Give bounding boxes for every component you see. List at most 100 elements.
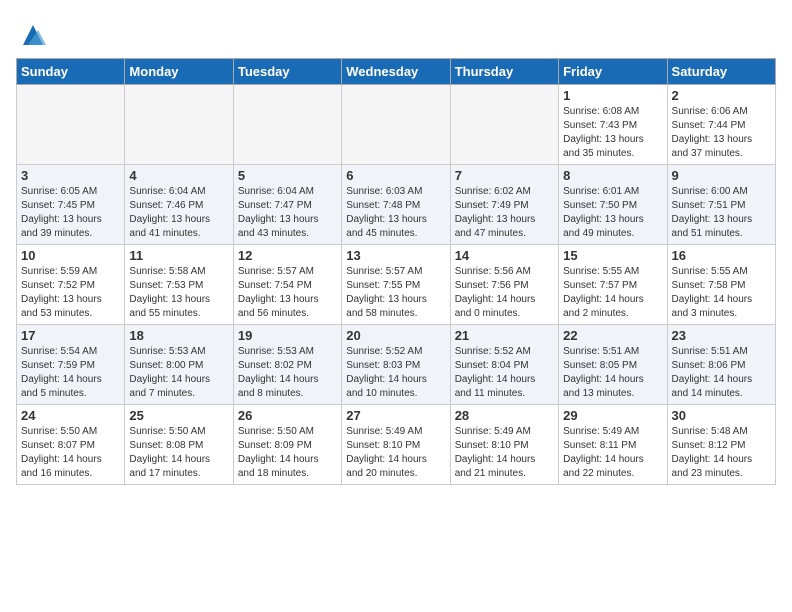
- calendar-cell: 7 Sunrise: 6:02 AM Sunset: 7:49 PM Daylig…: [450, 165, 558, 245]
- day-number: 27: [346, 408, 445, 423]
- day-number: 30: [672, 408, 771, 423]
- calendar-cell: 14Sunrise: 5:56 AM Sunset: 7:56 PM Dayli…: [450, 245, 558, 325]
- calendar-cell: 12 Sunrise: 5:57 AM Sunset: 7:54 PM Dayli…: [233, 245, 341, 325]
- calendar-cell: 5 Sunrise: 6:04 AM Sunset: 7:47 PM Daylig…: [233, 165, 341, 245]
- day-info: Sunrise: 5:56 AM Sunset: 7:56 PM Dayligh…: [455, 265, 554, 321]
- calendar-cell: 21 Sunrise: 5:52 AM Sunset: 8:04 PM Dayli…: [450, 325, 558, 405]
- calendar-cell: 15 Sunrise: 5:55 AM Sunset: 7:57 PM Dayli…: [559, 245, 667, 325]
- day-info: Sunrise: 6:04 AM Sunset: 7:47 PM Dayligh…: [238, 185, 337, 241]
- day-number: 21: [455, 328, 554, 343]
- calendar-cell: [233, 85, 341, 165]
- day-info: Sunrise: 5:48 AM Sunset: 8:12 PM Dayligh…: [672, 425, 771, 481]
- day-info: Sunrise: 5:50 AM Sunset: 8:07 PM Dayligh…: [21, 425, 120, 481]
- day-number: 22: [563, 328, 662, 343]
- day-number: 20: [346, 328, 445, 343]
- calendar-cell: 3Sunrise: 6:05 AM Sunset: 7:45 PM Daylig…: [17, 165, 125, 245]
- day-number: 8: [563, 168, 662, 183]
- day-info: Sunrise: 5:55 AM Sunset: 7:58 PM Dayligh…: [672, 265, 771, 321]
- day-number: 13: [346, 248, 445, 263]
- calendar-cell: 4 Sunrise: 6:04 AM Sunset: 7:46 PM Daylig…: [125, 165, 233, 245]
- day-info: Sunrise: 5:51 AM Sunset: 8:05 PM Dayligh…: [563, 345, 662, 401]
- calendar-cell: 16 Sunrise: 5:55 AM Sunset: 7:58 PM Dayli…: [667, 245, 775, 325]
- day-number: 11: [129, 248, 228, 263]
- day-number: 28: [455, 408, 554, 423]
- calendar-cell: 30 Sunrise: 5:48 AM Sunset: 8:12 PM Dayli…: [667, 405, 775, 485]
- calendar-cell: 22 Sunrise: 5:51 AM Sunset: 8:05 PM Dayli…: [559, 325, 667, 405]
- weekday-header-thursday: Thursday: [450, 59, 558, 85]
- day-number: 26: [238, 408, 337, 423]
- day-number: 2: [672, 88, 771, 103]
- day-info: Sunrise: 6:04 AM Sunset: 7:46 PM Dayligh…: [129, 185, 228, 241]
- day-number: 1: [563, 88, 662, 103]
- day-info: Sunrise: 5:50 AM Sunset: 8:08 PM Dayligh…: [129, 425, 228, 481]
- day-info: Sunrise: 6:01 AM Sunset: 7:50 PM Dayligh…: [563, 185, 662, 241]
- calendar-week-5: 24 Sunrise: 5:50 AM Sunset: 8:07 PM Dayli…: [17, 405, 776, 485]
- day-number: 9: [672, 168, 771, 183]
- day-info: Sunrise: 6:03 AM Sunset: 7:48 PM Dayligh…: [346, 185, 445, 241]
- day-info: Sunrise: 5:59 AM Sunset: 7:52 PM Dayligh…: [21, 265, 120, 321]
- day-number: 16: [672, 248, 771, 263]
- weekday-header-sunday: Sunday: [17, 59, 125, 85]
- day-info: Sunrise: 6:00 AM Sunset: 7:51 PM Dayligh…: [672, 185, 771, 241]
- calendar-cell: 29 Sunrise: 5:49 AM Sunset: 8:11 PM Dayli…: [559, 405, 667, 485]
- calendar-table: SundayMondayTuesdayWednesdayThursdayFrid…: [16, 58, 776, 485]
- day-info: Sunrise: 5:54 AM Sunset: 7:59 PM Dayligh…: [21, 345, 120, 401]
- calendar-cell: [342, 85, 450, 165]
- calendar-header-row: SundayMondayTuesdayWednesdayThursdayFrid…: [17, 59, 776, 85]
- calendar-cell: 17 Sunrise: 5:54 AM Sunset: 7:59 PM Dayli…: [17, 325, 125, 405]
- day-info: Sunrise: 5:53 AM Sunset: 8:02 PM Dayligh…: [238, 345, 337, 401]
- day-info: Sunrise: 5:52 AM Sunset: 8:04 PM Dayligh…: [455, 345, 554, 401]
- day-info: Sunrise: 6:05 AM Sunset: 7:45 PM Dayligh…: [21, 185, 120, 241]
- day-info: Sunrise: 5:49 AM Sunset: 8:11 PM Dayligh…: [563, 425, 662, 481]
- calendar-week-2: 3Sunrise: 6:05 AM Sunset: 7:45 PM Daylig…: [17, 165, 776, 245]
- calendar-cell: [17, 85, 125, 165]
- calendar-cell: 1Sunrise: 6:08 AM Sunset: 7:43 PM Daylig…: [559, 85, 667, 165]
- calendar-cell: 6Sunrise: 6:03 AM Sunset: 7:48 PM Daylig…: [342, 165, 450, 245]
- logo-icon: [18, 20, 48, 50]
- calendar-cell: 26Sunrise: 5:50 AM Sunset: 8:09 PM Dayli…: [233, 405, 341, 485]
- day-info: Sunrise: 5:58 AM Sunset: 7:53 PM Dayligh…: [129, 265, 228, 321]
- day-info: Sunrise: 5:52 AM Sunset: 8:03 PM Dayligh…: [346, 345, 445, 401]
- calendar-cell: 20 Sunrise: 5:52 AM Sunset: 8:03 PM Dayli…: [342, 325, 450, 405]
- calendar-cell: 25Sunrise: 5:50 AM Sunset: 8:08 PM Dayli…: [125, 405, 233, 485]
- calendar-cell: 23Sunrise: 5:51 AM Sunset: 8:06 PM Dayli…: [667, 325, 775, 405]
- day-info: Sunrise: 5:57 AM Sunset: 7:54 PM Dayligh…: [238, 265, 337, 321]
- day-info: Sunrise: 5:55 AM Sunset: 7:57 PM Dayligh…: [563, 265, 662, 321]
- calendar-cell: 28 Sunrise: 5:49 AM Sunset: 8:10 PM Dayli…: [450, 405, 558, 485]
- day-number: 15: [563, 248, 662, 263]
- day-number: 12: [238, 248, 337, 263]
- weekday-header-friday: Friday: [559, 59, 667, 85]
- day-info: Sunrise: 5:53 AM Sunset: 8:00 PM Dayligh…: [129, 345, 228, 401]
- calendar-cell: 19 Sunrise: 5:53 AM Sunset: 8:02 PM Dayli…: [233, 325, 341, 405]
- day-info: Sunrise: 6:02 AM Sunset: 7:49 PM Dayligh…: [455, 185, 554, 241]
- day-number: 23: [672, 328, 771, 343]
- calendar-cell: 2 Sunrise: 6:06 AM Sunset: 7:44 PM Daylig…: [667, 85, 775, 165]
- day-number: 17: [21, 328, 120, 343]
- day-number: 7: [455, 168, 554, 183]
- calendar-cell: [125, 85, 233, 165]
- calendar-week-4: 17 Sunrise: 5:54 AM Sunset: 7:59 PM Dayli…: [17, 325, 776, 405]
- day-info: Sunrise: 5:49 AM Sunset: 8:10 PM Dayligh…: [346, 425, 445, 481]
- day-number: 5: [238, 168, 337, 183]
- day-number: 18: [129, 328, 228, 343]
- calendar-cell: 9 Sunrise: 6:00 AM Sunset: 7:51 PM Daylig…: [667, 165, 775, 245]
- day-info: Sunrise: 5:57 AM Sunset: 7:55 PM Dayligh…: [346, 265, 445, 321]
- calendar-cell: 27 Sunrise: 5:49 AM Sunset: 8:10 PM Dayli…: [342, 405, 450, 485]
- calendar-week-3: 10Sunrise: 5:59 AM Sunset: 7:52 PM Dayli…: [17, 245, 776, 325]
- page-header: [16, 16, 776, 50]
- day-number: 24: [21, 408, 120, 423]
- logo: [16, 20, 48, 50]
- weekday-header-tuesday: Tuesday: [233, 59, 341, 85]
- calendar-cell: [450, 85, 558, 165]
- calendar-cell: 8 Sunrise: 6:01 AM Sunset: 7:50 PM Daylig…: [559, 165, 667, 245]
- calendar-cell: 11 Sunrise: 5:58 AM Sunset: 7:53 PM Dayli…: [125, 245, 233, 325]
- calendar-cell: 13 Sunrise: 5:57 AM Sunset: 7:55 PM Dayli…: [342, 245, 450, 325]
- day-number: 4: [129, 168, 228, 183]
- day-info: Sunrise: 6:06 AM Sunset: 7:44 PM Dayligh…: [672, 105, 771, 161]
- weekday-header-wednesday: Wednesday: [342, 59, 450, 85]
- day-number: 29: [563, 408, 662, 423]
- calendar-week-1: 1Sunrise: 6:08 AM Sunset: 7:43 PM Daylig…: [17, 85, 776, 165]
- day-info: Sunrise: 5:49 AM Sunset: 8:10 PM Dayligh…: [455, 425, 554, 481]
- calendar-cell: 24 Sunrise: 5:50 AM Sunset: 8:07 PM Dayli…: [17, 405, 125, 485]
- day-number: 19: [238, 328, 337, 343]
